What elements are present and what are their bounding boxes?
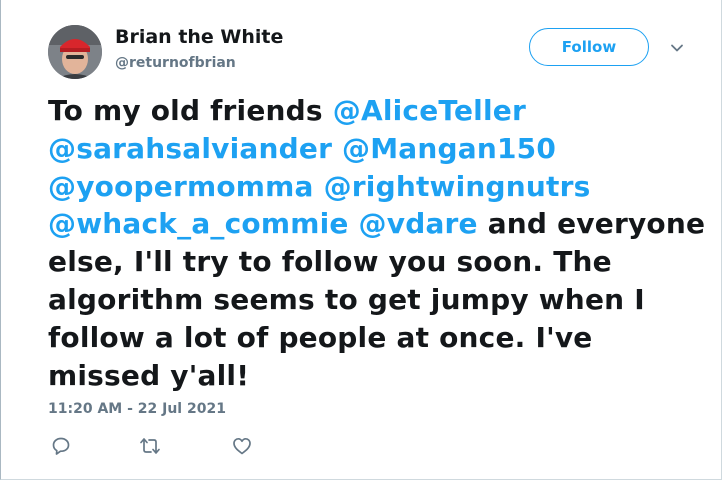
mention-link[interactable]: @AliceTeller	[333, 94, 526, 127]
retweet-icon[interactable]	[139, 435, 161, 457]
mention-link[interactable]: @whack_a_commie	[48, 207, 349, 240]
chevron-down-icon[interactable]	[669, 40, 685, 56]
mention-link[interactable]: @vdare	[359, 207, 478, 240]
mention-link[interactable]: @yoopermomma	[48, 170, 314, 203]
tweet-timestamp[interactable]: 11:20 AM - 22 Jul 2021	[48, 401, 226, 417]
tweet-text-segment	[349, 207, 359, 240]
author-handle[interactable]: @returnofbrian	[115, 55, 236, 71]
tweet-text: To my old friends @AliceTeller @sarahsal…	[48, 92, 708, 394]
follow-button[interactable]: Follow	[529, 28, 649, 66]
author-name[interactable]: Brian the White	[115, 26, 283, 48]
reply-icon[interactable]	[50, 435, 72, 457]
mention-link[interactable]: @Mangan150	[342, 132, 556, 165]
mention-link[interactable]: @sarahsalviander	[48, 132, 332, 165]
profile-photo-icon	[48, 25, 102, 79]
avatar[interactable]	[48, 25, 102, 79]
tweet-text-segment	[332, 132, 342, 165]
like-icon[interactable]	[231, 435, 253, 457]
tweet-text-segment: To my old friends	[48, 94, 333, 127]
tweet-text-segment	[314, 170, 324, 203]
mention-link[interactable]: @rightwingnutrs	[324, 170, 591, 203]
tweet-card: Brian the White @returnofbrian Follow To…	[0, 0, 722, 480]
